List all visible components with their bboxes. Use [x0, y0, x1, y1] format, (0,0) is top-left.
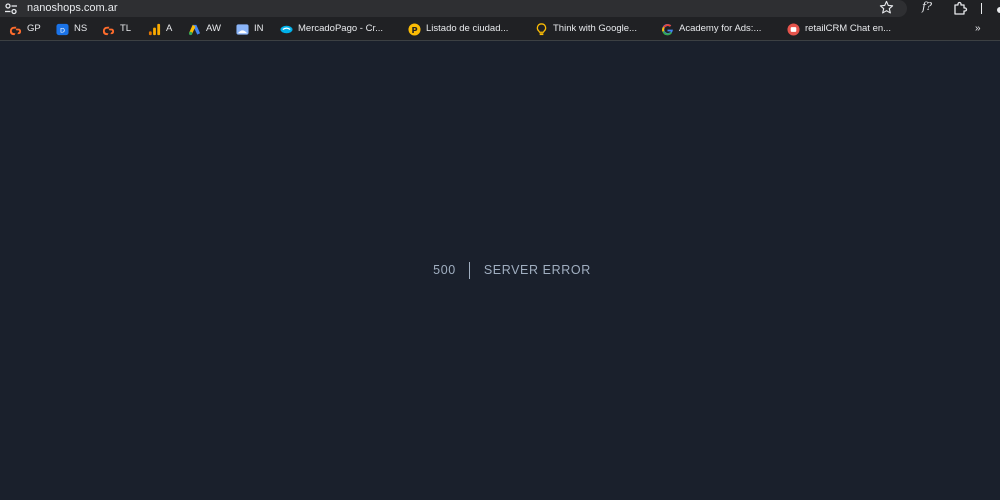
retailcrm-icon	[787, 22, 800, 36]
error-text: Server Error	[483, 263, 591, 277]
bookmark-in[interactable]: IN	[236, 18, 264, 40]
bookmark-label: AW	[206, 23, 221, 34]
google-ads-icon	[188, 24, 201, 35]
error-code: 500	[433, 262, 470, 279]
bookmark-label: A	[166, 23, 173, 34]
bookmark-label: Listado de ciudad...	[426, 23, 509, 34]
ns-icon: D	[56, 23, 69, 35]
bookmark-label: NS	[74, 23, 88, 34]
bookmark-star-icon[interactable]	[879, 0, 894, 15]
cpanel-icon	[9, 26, 22, 35]
cpanel-icon	[102, 26, 115, 35]
bookmark-tl[interactable]: TL	[102, 18, 131, 40]
bookmark-think-with-google[interactable]: Think with Google...	[535, 18, 637, 40]
analytics-icon	[148, 23, 161, 35]
bookmark-label: IN	[254, 23, 264, 34]
listado-icon: P	[408, 22, 421, 36]
bookmark-label: Academy for Ads:...	[679, 23, 762, 34]
site-info-icon[interactable]	[4, 2, 18, 15]
bookmark-label: retailCRM Chat en...	[805, 23, 892, 34]
bookmark-label: MercadoPago - Cr...	[298, 23, 384, 34]
bookmark-label: GP	[27, 23, 41, 34]
browser-toolbar: nanoshops.com.ar f?	[0, 0, 1000, 18]
svg-text:D: D	[60, 26, 65, 34]
bookmark-label: TL	[120, 23, 132, 34]
mercadopago-icon	[280, 25, 293, 33]
bookmark-mercadopago[interactable]: MercadoPago - Cr...	[280, 18, 383, 40]
bookmark-retailcrm[interactable]: retailCRM Chat en...	[787, 18, 891, 40]
bookmark-aw[interactable]: AW	[188, 18, 221, 40]
url-text[interactable]: nanoshops.com.ar	[27, 1, 118, 15]
address-bar[interactable]: nanoshops.com.ar	[0, 0, 907, 17]
bookmark-listado[interactable]: P Listado de ciudad...	[408, 18, 508, 40]
bookmark-ns[interactable]: D NS	[56, 18, 87, 40]
svg-text:P: P	[411, 24, 417, 34]
bookmark-academy-for-ads[interactable]: Academy for Ads:...	[661, 18, 761, 40]
browser-window-icon	[236, 23, 249, 35]
bookmark-gp[interactable]: GP	[9, 18, 41, 40]
error-message: 500 Server Error	[433, 262, 591, 279]
lightbulb-icon	[536, 22, 547, 35]
extension-f-icon[interactable]: f?	[922, 0, 932, 14]
bookmark-label: Think with Google...	[553, 23, 637, 34]
more-bookmarks-button[interactable]: »	[975, 18, 981, 40]
page-content: 500 Server Error	[0, 41, 1000, 500]
toolbar-divider	[981, 3, 982, 14]
extensions-puzzle-icon[interactable]	[953, 1, 968, 15]
bookmark-a[interactable]: A	[148, 18, 172, 40]
bookmarks-bar: GP D NS TL A AW IN MercadoPago - Cr... P…	[0, 18, 1000, 41]
profile-icon[interactable]	[996, 6, 1000, 14]
google-icon	[662, 23, 673, 35]
